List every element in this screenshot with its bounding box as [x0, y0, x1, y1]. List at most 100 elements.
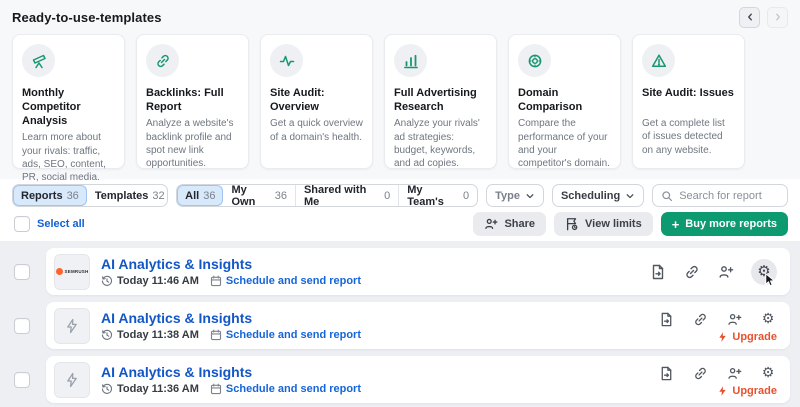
tab-my-teams[interactable]: My Team's 0 [398, 185, 477, 206]
plus-icon: + [672, 218, 680, 231]
filter-row: Reports 36 Templates 32 All 36 My Own 36 [12, 184, 788, 207]
copy-link-icon[interactable] [691, 310, 709, 328]
report-main: AI Analytics & Insights Today 11:38 AM [101, 310, 657, 341]
select-all-wrap: Select all [12, 216, 85, 232]
settings-gear-button[interactable]: ⚙ [751, 259, 777, 285]
report-card[interactable]: AI Analytics & Insights Today 11:38 AM [46, 302, 790, 349]
template-description: Get a quick overview of a domain's healt… [270, 117, 363, 144]
export-document-icon[interactable] [649, 263, 667, 281]
tab-reports[interactable]: Reports 36 [13, 185, 87, 206]
tab-label: My Team's [407, 184, 459, 207]
row-checkbox[interactable] [14, 372, 30, 388]
schedule-and-send-link[interactable]: Schedule and send report [210, 275, 361, 287]
limits-icon [565, 217, 579, 231]
tab-count: 0 [463, 190, 469, 202]
tab-count: 0 [384, 190, 390, 202]
scope-tabs: All 36 My Own 36 Shared with Me 0 My Tea… [176, 184, 478, 207]
view-tabs: Reports 36 Templates 32 [12, 184, 168, 207]
add-user-icon[interactable] [725, 310, 743, 328]
view-limits-label: View limits [585, 218, 642, 230]
gear-icon: ⚙ [762, 312, 775, 326]
carousel-next-button[interactable] [767, 7, 788, 28]
report-title-link[interactable]: AI Analytics & Insights [101, 310, 252, 326]
upgrade-label: Upgrade [732, 331, 777, 343]
share-button[interactable]: Share [473, 212, 546, 236]
view-limits-button[interactable]: View limits [554, 212, 653, 236]
report-title-link[interactable]: AI Analytics & Insights [101, 364, 252, 380]
report-list: SEMRUSH AI Analytics & Insights Today 11… [0, 241, 800, 407]
scheduling-dropdown[interactable]: Scheduling [552, 184, 644, 207]
carousel-prev-button[interactable] [739, 7, 760, 28]
add-user-icon[interactable] [725, 364, 743, 382]
report-row: AI Analytics & Insights Today 11:36 AM [14, 356, 790, 403]
template-description: Analyze a website's backlink profile and… [146, 117, 239, 171]
tab-count: 36 [67, 190, 79, 202]
select-all-label[interactable]: Select all [37, 218, 85, 230]
template-card-monthly-competitor-analysis[interactable]: Monthly Competitor Analysis Learn more a… [12, 34, 125, 169]
template-card-domain-comparison[interactable]: Domain Comparison Compare the performanc… [508, 34, 621, 169]
tab-templates[interactable]: Templates 32 [87, 185, 168, 206]
buy-more-reports-label: Buy more reports [685, 218, 777, 230]
coin-icon [518, 44, 551, 77]
search-input[interactable] [679, 190, 779, 202]
templates-carousel [739, 7, 788, 28]
buy-more-reports-button[interactable]: + Buy more reports [661, 212, 788, 236]
upgrade-link[interactable]: Upgrade [717, 385, 777, 397]
lightning-icon [717, 331, 728, 343]
tab-all[interactable]: All 36 [177, 185, 223, 206]
reports-page: Ready-to-use-templates Mo [0, 0, 800, 407]
template-description: Get a complete list of issues detected o… [642, 117, 735, 157]
template-card-backlinks-full-report[interactable]: Backlinks: Full Report Analyze a website… [136, 34, 249, 169]
history-icon [101, 329, 113, 341]
chevron-down-icon [625, 191, 635, 201]
template-title: Backlinks: Full Report [146, 86, 239, 114]
report-title-link[interactable]: AI Analytics & Insights [101, 256, 252, 272]
template-description: Analyze your rivals' ad strategies: budg… [394, 117, 487, 171]
activity-icon [270, 44, 303, 77]
dropdown-label: Type [495, 190, 520, 202]
template-title: Domain Comparison [518, 86, 611, 114]
dropdown-label: Scheduling [561, 190, 620, 202]
report-action-icons: ⚙ [657, 364, 777, 382]
copy-link-icon[interactable] [683, 263, 701, 281]
upgrade-link[interactable]: Upgrade [717, 331, 777, 343]
gear-icon: ⚙ [762, 366, 775, 380]
report-card[interactable]: SEMRUSH AI Analytics & Insights Today 11… [46, 248, 790, 295]
report-card[interactable]: AI Analytics & Insights Today 11:36 AM [46, 356, 790, 403]
export-document-icon[interactable] [657, 364, 675, 382]
type-dropdown[interactable]: Type [486, 184, 544, 207]
settings-gear-button[interactable]: ⚙ [759, 364, 777, 382]
gear-icon: ⚙ [757, 264, 770, 279]
tab-my-own[interactable]: My Own 36 [223, 185, 295, 206]
chevron-down-icon [525, 191, 535, 201]
template-card-site-audit-overview[interactable]: Site Audit: Overview Get a quick overvie… [260, 34, 373, 169]
share-label: Share [504, 218, 535, 230]
template-cards: Monthly Competitor Analysis Learn more a… [12, 34, 788, 169]
templates-header: Ready-to-use-templates [12, 6, 788, 28]
warning-triangle-icon [642, 44, 675, 77]
template-card-full-advertising-research[interactable]: Full Advertising Research Analyze your r… [384, 34, 497, 169]
schedule-and-send-link[interactable]: Schedule and send report [210, 383, 361, 395]
template-card-site-audit-issues[interactable]: Site Audit: Issues Get a complete list o… [632, 34, 745, 169]
tab-shared-with-me[interactable]: Shared with Me 0 [295, 185, 398, 206]
row-checkbox[interactable] [14, 264, 30, 280]
report-main: AI Analytics & Insights Today 11:36 AM [101, 364, 657, 395]
add-user-icon [484, 217, 498, 231]
row-checkbox[interactable] [14, 318, 30, 334]
schedule-and-send-link[interactable]: Schedule and send report [210, 329, 361, 341]
settings-gear-button[interactable]: ⚙ [759, 310, 777, 328]
add-user-icon[interactable] [717, 263, 735, 281]
bar-chart-icon [394, 44, 427, 77]
filter-section: Reports 36 Templates 32 All 36 My Own 36 [0, 179, 800, 241]
export-document-icon[interactable] [657, 310, 675, 328]
upgrade-label: Upgrade [732, 385, 777, 397]
report-main: AI Analytics & Insights Today 11:46 AM [101, 256, 649, 287]
report-thumbnail-semrush: SEMRUSH [54, 254, 90, 290]
copy-link-icon[interactable] [691, 364, 709, 382]
calendar-icon [210, 275, 222, 287]
report-meta: Today 11:38 AM Schedule and send report [101, 329, 657, 341]
select-all-checkbox[interactable] [14, 216, 30, 232]
search-icon [661, 190, 673, 202]
report-meta: Today 11:46 AM Schedule and send report [101, 275, 649, 287]
report-actions: ⚙ Upgrade [657, 308, 777, 343]
